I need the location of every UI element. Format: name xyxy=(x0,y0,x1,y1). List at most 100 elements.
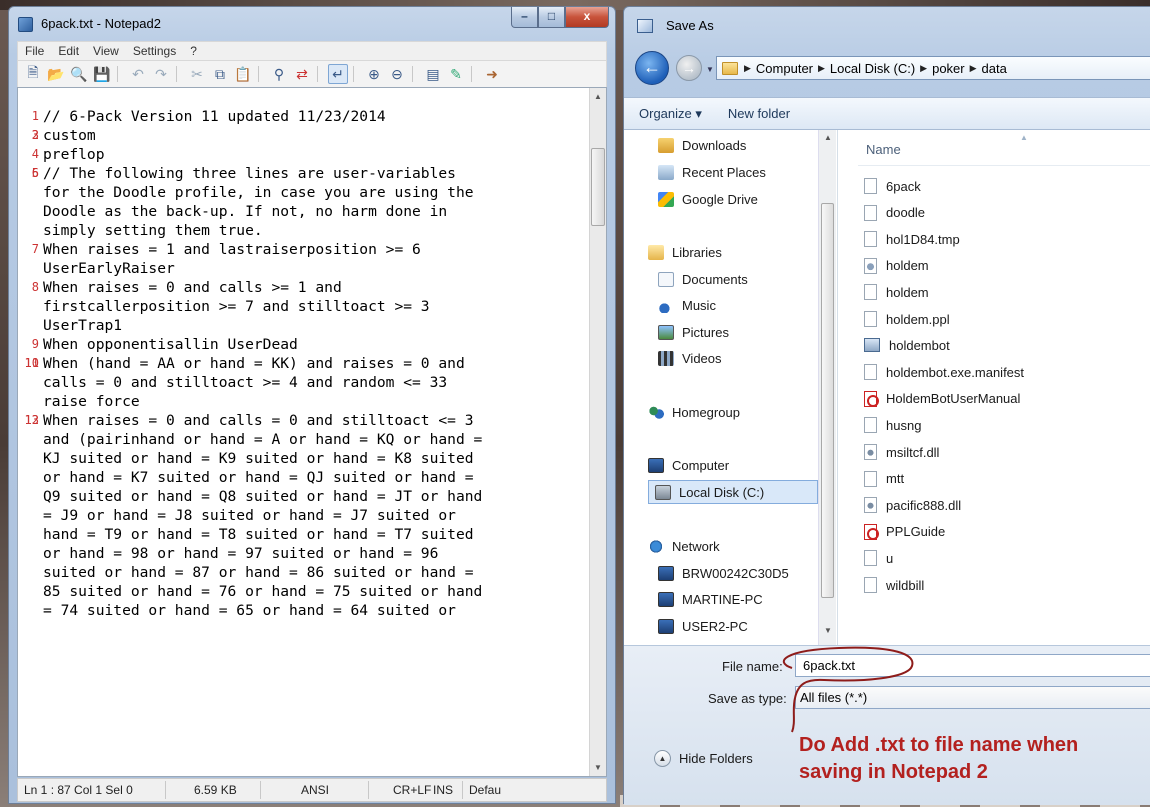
breadcrumb-separator-icon[interactable]: ▶ xyxy=(818,63,825,74)
zoom-in-icon[interactable]: ⊕ xyxy=(364,64,384,84)
new-folder-button[interactable]: New folder xyxy=(728,106,790,121)
minimize-button[interactable]: – xyxy=(511,7,538,28)
status-scheme[interactable]: Defau xyxy=(463,781,513,799)
word-wrap-icon[interactable]: ↵ xyxy=(328,64,348,84)
scroll-up-arrow-icon[interactable]: ▲ xyxy=(590,88,606,105)
nav-recent-places[interactable]: Recent Places xyxy=(658,165,766,180)
menu-help[interactable]: ? xyxy=(183,44,204,58)
address-bar[interactable]: ▶ Computer ▶ Local Disk (C:) ▶ poker ▶ d… xyxy=(716,56,1150,80)
editor-line[interactable]: simply setting them true. xyxy=(18,221,590,240)
file-item[interactable]: holdem xyxy=(864,257,929,274)
editor-line[interactable]: 1 // 6-Pack Version 11 updated 11/23/2014 xyxy=(18,107,590,126)
breadcrumb-separator-icon[interactable]: ▶ xyxy=(920,63,927,74)
editor-line[interactable]: UserEarlyRaiser xyxy=(18,259,590,278)
forward-arrow-icon[interactable]: → xyxy=(676,55,702,81)
breadcrumb-local-disk[interactable]: Local Disk (C:) xyxy=(830,61,915,76)
copy-icon[interactable]: ⧉ xyxy=(210,64,230,84)
editor-line[interactable]: raise force xyxy=(18,392,590,411)
editor-line[interactable]: hand = T9 or hand = T8 suited or hand = … xyxy=(18,525,590,544)
column-header-name[interactable]: Name xyxy=(866,142,901,157)
back-arrow-icon[interactable]: ← xyxy=(635,51,669,85)
file-item[interactable]: doodle xyxy=(864,204,925,221)
customize-icon[interactable]: ✎ xyxy=(446,64,466,84)
breadcrumb-poker[interactable]: poker xyxy=(932,61,965,76)
new-icon[interactable]: 🗎 xyxy=(23,64,43,84)
scheme-icon[interactable]: ▤ xyxy=(423,64,443,84)
file-item[interactable]: holdem.ppl xyxy=(864,311,950,327)
replace-icon[interactable]: ⇄ xyxy=(292,64,312,84)
zoom-out-icon[interactable]: ⊖ xyxy=(387,64,407,84)
nav-homegroup[interactable]: Homegroup xyxy=(648,405,740,420)
nav-downloads[interactable]: Downloads xyxy=(658,138,746,153)
editor-line[interactable]: 11 When (hand = AA or hand = KK) and rais… xyxy=(18,354,590,373)
editor-line[interactable]: 8 When raises = 0 and calls >= 1 and xyxy=(18,278,590,297)
nav-pictures[interactable]: Pictures xyxy=(658,325,729,340)
file-item[interactable]: holdem xyxy=(864,284,929,301)
editor-line[interactable]: 7 When raises = 1 and lastraiserposition … xyxy=(18,240,590,259)
paste-icon[interactable]: 📋 xyxy=(233,64,253,84)
recent-pages-dropdown-icon[interactable]: ▼ xyxy=(706,65,714,74)
file-item[interactable]: holdembot.exe.manifest xyxy=(864,364,1024,381)
menu-edit[interactable]: Edit xyxy=(51,44,86,58)
status-eol[interactable]: CR+LF xyxy=(369,781,431,799)
file-item[interactable]: 6pack xyxy=(864,178,921,194)
breadcrumb-separator-icon[interactable]: ▶ xyxy=(970,63,977,74)
title-bar[interactable]: 6pack.txt - Notepad2 – □ x xyxy=(9,7,615,41)
text-editor[interactable]: 1 // 6-Pack Version 11 updated 11/23/2014… xyxy=(17,87,607,777)
editor-line[interactable]: 3 custom xyxy=(18,126,590,145)
nav-network[interactable]: Network xyxy=(648,539,720,554)
save-icon[interactable]: 💾 xyxy=(92,64,112,84)
editor-line[interactable]: 9 When opponentisallin UserDead xyxy=(18,335,590,354)
file-item[interactable]: PPLGuide xyxy=(864,523,945,540)
nav-libraries[interactable]: Libraries xyxy=(648,245,722,260)
close-button[interactable]: x xyxy=(565,7,609,28)
editor-line[interactable]: or hand = 98 or hand = 97 suited or hand… xyxy=(18,544,590,563)
nav-documents[interactable]: Documents xyxy=(658,272,748,287)
breadcrumb-data[interactable]: data xyxy=(982,61,1007,76)
menu-file[interactable]: File xyxy=(18,44,51,58)
hide-folders-button[interactable]: ▲ Hide Folders xyxy=(654,750,753,767)
editor-line[interactable]: calls = 0 and stilltoact >= 4 and random… xyxy=(18,373,590,392)
find-icon[interactable]: ⚲ xyxy=(269,64,289,84)
nav-music[interactable]: Music xyxy=(658,298,716,313)
editor-line[interactable]: UserTrap1 xyxy=(18,316,590,335)
file-item[interactable]: pacific888.dll xyxy=(864,497,961,514)
file-item[interactable]: mtt xyxy=(864,470,904,487)
file-item[interactable]: msiltcf.dll xyxy=(864,444,939,460)
status-insert-mode[interactable]: INS xyxy=(429,781,463,799)
editor-line[interactable]: for the Doodle profile, in case you are … xyxy=(18,183,590,202)
editor-vertical-scrollbar[interactable]: ▲ ▼ xyxy=(589,88,606,776)
editor-line[interactable]: 6 // The following three lines are user-v… xyxy=(18,164,590,183)
redo-icon[interactable]: ↷ xyxy=(151,64,171,84)
nav-computer[interactable]: Computer xyxy=(648,458,729,473)
editor-line[interactable]: firstcallerposition >= 7 and stilltoact … xyxy=(18,297,590,316)
organize-button[interactable]: Organize ▾ xyxy=(639,106,702,122)
editor-line[interactable]: KJ suited or hand = K9 suited or hand = … xyxy=(18,449,590,468)
undo-icon[interactable]: ↶ xyxy=(128,64,148,84)
maximize-button[interactable]: □ xyxy=(538,7,565,28)
nav-network-device[interactable]: BRW00242C30D5 xyxy=(658,566,789,581)
find-file-icon[interactable]: 🔍 xyxy=(69,64,89,84)
nav-google-drive[interactable]: Google Drive xyxy=(658,192,758,207)
status-encoding[interactable]: ANSI xyxy=(261,781,369,799)
editor-line[interactable]: Q9 suited or hand = Q8 suited or hand = … xyxy=(18,487,590,506)
notepad2-app-icon[interactable] xyxy=(18,17,33,32)
menu-settings[interactable]: Settings xyxy=(126,44,183,58)
nav-network-device[interactable]: MARTINE-PC xyxy=(658,592,763,607)
file-item[interactable]: wildbill xyxy=(864,577,924,593)
cut-icon[interactable]: ✂ xyxy=(187,64,207,84)
scrollbar-thumb[interactable] xyxy=(591,148,605,226)
exit-icon[interactable]: ➜ xyxy=(482,64,502,84)
editor-line[interactable]: or hand = K7 suited or hand = QJ suited … xyxy=(18,468,590,487)
nav-scrollbar-thumb[interactable] xyxy=(821,203,834,598)
scroll-up-arrow-icon[interactable]: ▲ xyxy=(819,133,837,142)
scroll-down-arrow-icon[interactable]: ▼ xyxy=(590,759,606,776)
breadcrumb-computer[interactable]: Computer xyxy=(756,61,813,76)
editor-line[interactable]: suited or hand = 87 or hand = 86 suited … xyxy=(18,563,590,582)
nav-videos[interactable]: Videos xyxy=(658,351,722,366)
breadcrumb-separator-icon[interactable]: ▶ xyxy=(744,63,751,74)
editor-line[interactable]: 85 suited or hand = 76 or hand = 75 suit… xyxy=(18,582,590,601)
save-as-type-select[interactable]: All files (*.*) xyxy=(795,686,1150,709)
open-icon[interactable]: 📂 xyxy=(46,64,66,84)
nav-network-device[interactable]: USER2-PC xyxy=(658,619,748,634)
